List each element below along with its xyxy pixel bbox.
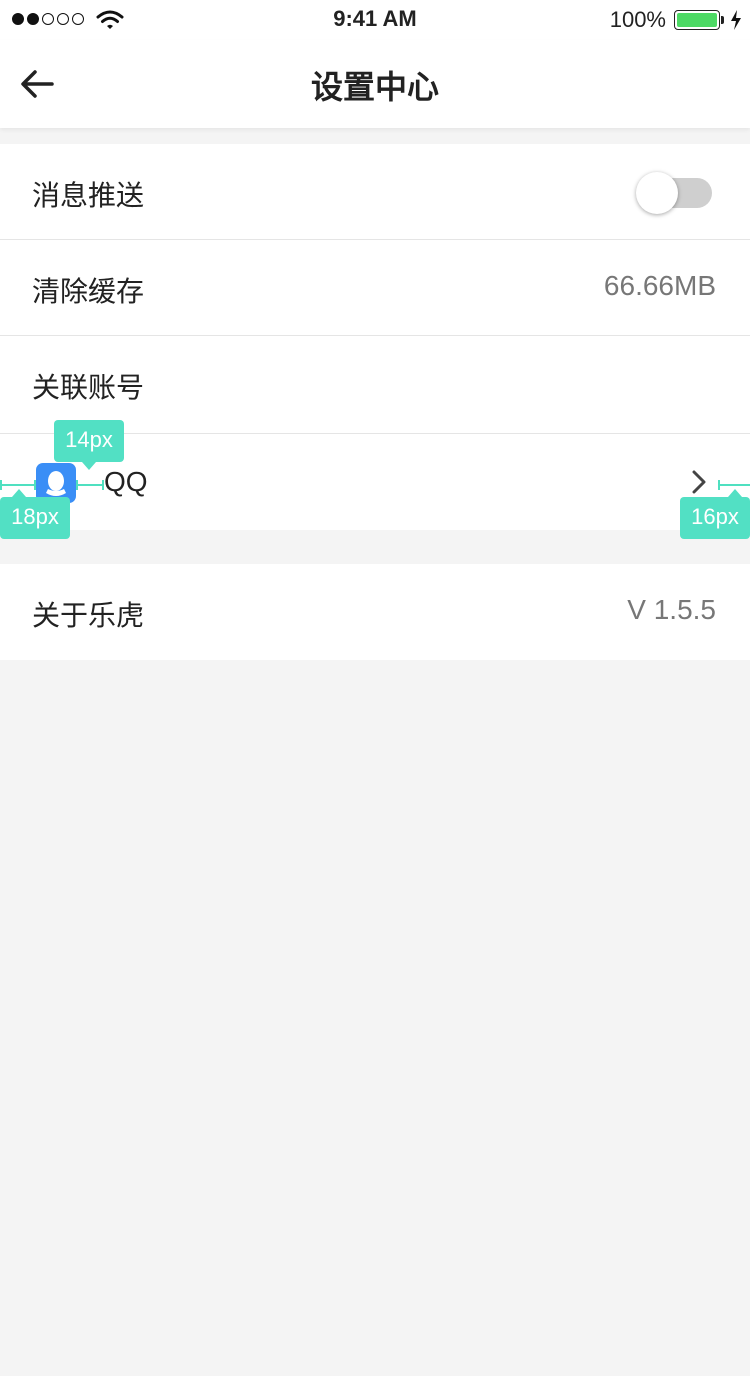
right-margin-line	[718, 484, 750, 486]
measure-cap	[34, 480, 36, 490]
left-margin-line	[0, 484, 36, 486]
battery-icon	[674, 10, 720, 30]
icon-gap-tag: 14px	[54, 420, 124, 462]
tag-arrow	[12, 489, 26, 497]
left-margin-tag: 18px	[0, 497, 70, 539]
measure-cap	[76, 480, 78, 490]
battery-tip	[721, 16, 724, 24]
push-notification-label: 消息推送	[32, 179, 145, 212]
chevron-right-icon	[692, 470, 706, 494]
navigation-bar: 设置中心	[0, 40, 750, 128]
clear-cache-label: 清除缓存	[32, 275, 145, 308]
status-bar: 9:41 AM 100%	[0, 0, 750, 40]
page-title: 设置中心	[310, 68, 439, 106]
measure-cap	[0, 480, 2, 490]
toggle-knob	[636, 172, 678, 214]
linked-accounts-label: 关联账号	[32, 371, 145, 404]
app-version-value: V 1.5.5	[627, 594, 716, 625]
tag-arrow	[82, 462, 96, 470]
cache-size-value: 66.66MB	[603, 270, 716, 301]
settings-group-main: 消息推送 清除缓存 66.66MB 关联账号 QQ	[0, 144, 750, 530]
push-notification-row: 消息推送	[0, 144, 750, 240]
settings-group-about: 关于乐虎 V 1.5.5	[0, 564, 750, 660]
tag-arrow	[728, 489, 742, 497]
qq-account-label: QQ	[104, 466, 148, 497]
battery-percentage: 100%	[609, 7, 666, 32]
charging-bolt-icon	[731, 10, 741, 30]
about-label: 关于乐虎	[32, 599, 145, 632]
push-notification-toggle[interactable]	[636, 172, 712, 214]
right-margin-tag: 16px	[680, 497, 750, 539]
icon-gap-line	[76, 484, 104, 486]
about-row[interactable]: 关于乐虎 V 1.5.5	[0, 564, 750, 660]
clear-cache-row[interactable]: 清除缓存 66.66MB	[0, 240, 750, 336]
measure-cap	[718, 480, 720, 490]
measure-cap	[102, 480, 104, 490]
